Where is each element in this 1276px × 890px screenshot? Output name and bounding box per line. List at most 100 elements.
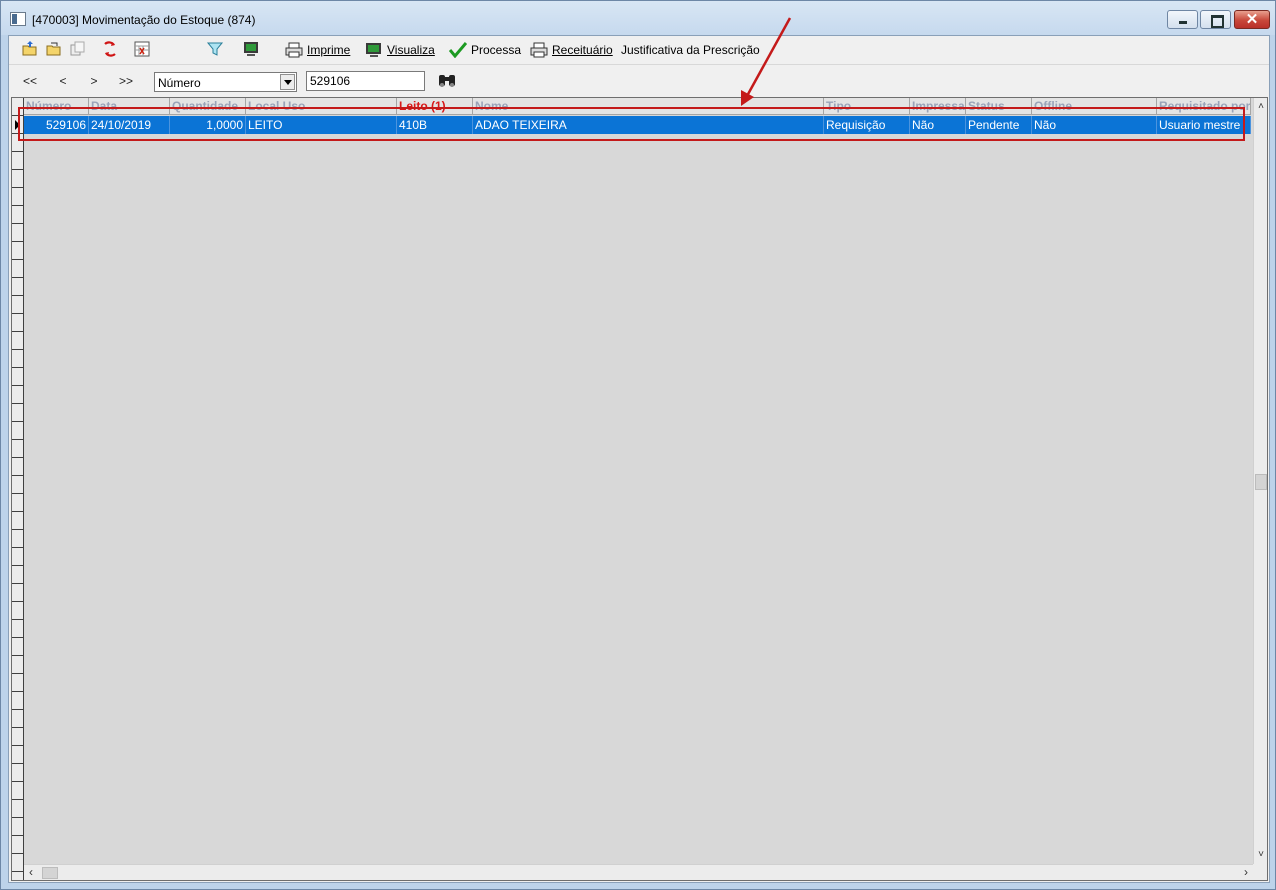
processa-button[interactable]: Processa — [449, 39, 521, 61]
imprime-button[interactable]: Imprime — [285, 39, 350, 61]
horizontal-scrollbar[interactable]: ‹ › — [24, 864, 1253, 880]
row-indicator-divider — [12, 655, 23, 656]
row-indicator-divider — [12, 601, 23, 602]
row-indicator-divider — [12, 637, 23, 638]
copy-icon[interactable] — [69, 40, 87, 58]
scroll-down-icon[interactable]: ˅ — [1254, 848, 1267, 862]
navigation-bar: << < > >> Número — [9, 64, 1269, 96]
row-indicator-divider — [12, 421, 23, 422]
row-indicator-divider — [12, 781, 23, 782]
row-indicator-divider — [12, 457, 23, 458]
row-indicator-divider — [12, 439, 23, 440]
toolbar: Imprime Visualiza Processa Receituário J… — [9, 36, 1269, 63]
next-record-button[interactable]: > — [83, 72, 105, 90]
scroll-left-icon[interactable]: ‹ — [24, 865, 38, 880]
preview-monitor-icon — [366, 43, 381, 57]
cell-local-uso[interactable]: LEITO — [246, 116, 397, 134]
column-header-local-uso[interactable]: Local Uso — [246, 98, 397, 115]
search-field-select[interactable]: Número — [154, 72, 297, 92]
column-header-requisitado-por[interactable]: Requisitado por — [1157, 98, 1251, 115]
row-indicator-divider — [12, 133, 23, 134]
cell-quantidade[interactable]: 1,0000 — [170, 116, 246, 134]
binoculars-icon[interactable] — [437, 73, 457, 89]
open-folder-icon[interactable] — [21, 40, 39, 58]
app-icon[interactable] — [10, 12, 26, 26]
row-indicator-divider — [12, 115, 23, 116]
row-indicator-divider — [12, 313, 23, 314]
close-button[interactable]: ✕ — [1234, 10, 1270, 29]
cell-impressa[interactable]: Não — [910, 116, 966, 134]
open-folder-alt-icon[interactable] — [45, 40, 63, 58]
column-header-numero[interactable]: Número — [24, 98, 89, 115]
row-indicator-divider — [12, 799, 23, 800]
scroll-up-icon[interactable]: ˄ — [1254, 100, 1267, 114]
vertical-scroll-thumb[interactable] — [1255, 474, 1267, 490]
printer-icon — [530, 42, 548, 58]
table-row[interactable]: 529106 24/10/2019 1,0000 LEITO 410B ADAO… — [24, 116, 1251, 134]
cell-data[interactable]: 24/10/2019 — [89, 116, 170, 134]
row-indicator-divider — [12, 223, 23, 224]
row-indicator-divider — [12, 511, 23, 512]
processa-label: Processa — [471, 43, 522, 57]
row-indicator-divider — [12, 367, 23, 368]
column-header-impressa[interactable]: Impressa — [910, 98, 966, 115]
row-indicator-divider — [12, 493, 23, 494]
first-record-button[interactable]: << — [19, 72, 41, 90]
cell-numero[interactable]: 529106 — [24, 116, 89, 134]
previous-record-button[interactable]: < — [52, 72, 74, 90]
monitor-icon[interactable] — [242, 40, 260, 58]
column-header-status[interactable]: Status — [966, 98, 1032, 115]
horizontal-scroll-thumb[interactable] — [42, 867, 58, 879]
column-header-nome[interactable]: Nome — [473, 98, 824, 115]
row-indicator-divider — [12, 151, 23, 152]
row-indicator-divider — [12, 565, 23, 566]
last-record-button[interactable]: >> — [115, 72, 137, 90]
justificativa-button[interactable]: Justificativa da Prescrição — [621, 39, 760, 61]
row-indicator-divider — [12, 853, 23, 854]
column-header-data[interactable]: Data — [89, 98, 170, 115]
checkmark-icon — [449, 42, 467, 58]
calendar-grid-icon[interactable] — [133, 40, 151, 58]
column-header-leito[interactable]: Leito (1) — [397, 98, 473, 115]
visualiza-label: Visualiza — [387, 43, 435, 57]
column-header-quantidade[interactable]: Quantidade — [170, 98, 246, 115]
receituario-label: Receituário — [552, 43, 613, 57]
current-row-pointer-icon — [15, 120, 20, 130]
visualiza-button[interactable]: Visualiza — [365, 39, 435, 61]
cell-nome[interactable]: ADAO TEIXEIRA — [473, 116, 824, 134]
refresh-icon[interactable] — [101, 40, 119, 58]
receituario-button[interactable]: Receituário — [530, 39, 613, 61]
row-indicator-divider — [12, 547, 23, 548]
cell-status[interactable]: Pendente — [966, 116, 1032, 134]
search-input[interactable] — [306, 71, 425, 91]
row-indicator-divider — [12, 871, 23, 872]
grid-header: Número Data Quantidade Local Uso Leito (… — [24, 98, 1251, 115]
vertical-scrollbar[interactable]: ˄ ˅ — [1253, 98, 1267, 864]
chevron-down-icon[interactable] — [280, 74, 295, 90]
minimize-button[interactable] — [1167, 10, 1198, 29]
cell-offline[interactable]: Não — [1032, 116, 1157, 134]
row-indicator-divider — [12, 529, 23, 530]
row-indicator-divider — [12, 331, 23, 332]
maximize-button[interactable] — [1200, 10, 1231, 29]
row-indicator-column — [12, 98, 24, 880]
row-indicator-divider — [12, 403, 23, 404]
search-field-value: Número — [158, 76, 201, 90]
row-indicator-divider — [12, 187, 23, 188]
row-indicator-divider — [12, 205, 23, 206]
row-indicator-divider — [12, 277, 23, 278]
column-header-offline[interactable]: Offline — [1032, 98, 1157, 115]
title-bar[interactable]: [470003] Movimentação do Estoque (874) ✕ — [1, 1, 1275, 35]
row-indicator-divider — [12, 673, 23, 674]
cell-leito[interactable]: 410B — [397, 116, 473, 134]
row-indicator-divider — [12, 241, 23, 242]
cell-tipo[interactable]: Requisição — [824, 116, 910, 134]
scroll-right-icon[interactable]: › — [1239, 865, 1253, 880]
column-header-tipo[interactable]: Tipo — [824, 98, 910, 115]
row-indicator-divider — [12, 619, 23, 620]
row-indicator-divider — [12, 763, 23, 764]
resize-grip-icon[interactable] — [1253, 864, 1267, 880]
filter-icon[interactable] — [206, 40, 224, 58]
cell-requisitado-por[interactable]: Usuario mestre — [1157, 116, 1251, 134]
data-grid[interactable]: Número Data Quantidade Local Uso Leito (… — [11, 97, 1268, 881]
